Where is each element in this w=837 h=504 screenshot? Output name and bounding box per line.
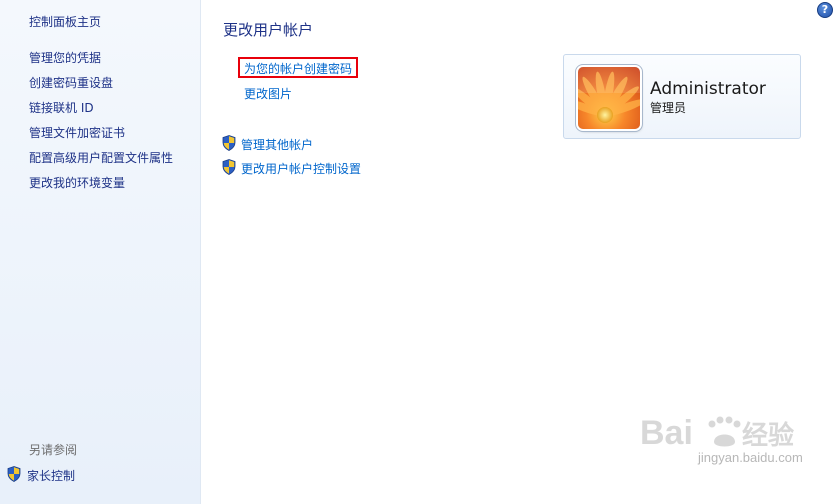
sidebar: 控制面板主页 管理您的凭据 创建密码重设盘 链接联机 ID 管理文件加密证书 配…	[0, 0, 201, 504]
sidebar-item-manage-credentials[interactable]: 管理您的凭据	[29, 49, 101, 67]
sidebar-item-file-encryption-certs[interactable]: 管理文件加密证书	[29, 124, 125, 142]
svg-text:经验: 经验	[742, 420, 794, 451]
baidu-logo-icon: Bai 经验	[640, 414, 794, 452]
sidebar-item-create-reset-disk[interactable]: 创建密码重设盘	[29, 74, 113, 92]
sidebar-item-link-online-id[interactable]: 链接联机 ID	[29, 99, 94, 117]
change-picture-link[interactable]: 更改图片	[244, 85, 292, 103]
create-password-link[interactable]: 为您的帐户创建密码	[244, 60, 352, 78]
help-button[interactable]: ?	[817, 2, 833, 18]
watermark-url: jingyan.baidu.com	[698, 450, 803, 465]
uac-shield-icon	[222, 159, 236, 178]
sidebar-item-advanced-profile[interactable]: 配置高级用户配置文件属性	[29, 149, 173, 167]
uac-settings-link[interactable]: 更改用户帐户控制设置	[222, 159, 361, 178]
baidu-jingyan-watermark: Bai 经验 jingyan.baidu.com	[640, 412, 810, 492]
see-also-heading: 另请参阅	[29, 443, 78, 457]
page-title: 更改用户帐户	[223, 21, 314, 39]
manage-other-accounts-link[interactable]: 管理其他帐户	[222, 135, 313, 154]
uac-shield-icon	[7, 466, 21, 485]
parental-controls-label: 家长控制	[27, 468, 76, 483]
sidebar-item-control-panel-home[interactable]: 控制面板主页	[29, 13, 101, 31]
uac-shield-icon	[222, 135, 236, 154]
user-account-card: Administrator 管理员	[563, 54, 801, 139]
uac-settings-label: 更改用户帐户控制设置	[241, 161, 362, 176]
sidebar-item-env-variables[interactable]: 更改我的环境变量	[29, 174, 125, 192]
svg-text:Bai: Bai	[640, 414, 693, 452]
user-role: 管理员	[650, 101, 687, 115]
user-name: Administrator	[650, 79, 766, 99]
avatar[interactable]	[578, 67, 640, 129]
parental-controls-link[interactable]: 家长控制	[7, 466, 75, 485]
manage-other-accounts-label: 管理其他帐户	[241, 137, 314, 152]
